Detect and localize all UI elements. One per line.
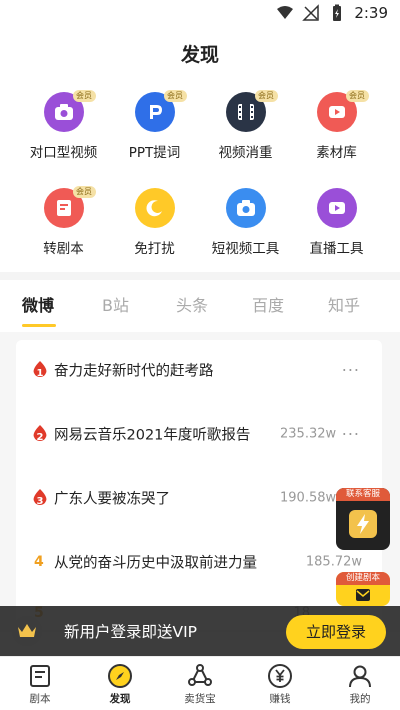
list-item[interactable]: 4 从党的奋斗历史中汲取前进力量 185.72w	[30, 534, 370, 590]
nav-item-discover[interactable]: 发现	[80, 657, 160, 710]
nav-label: 赚钱	[269, 693, 291, 705]
more-icon[interactable]: ···	[342, 361, 360, 380]
banner-text: 新用户登录即送VIP	[64, 623, 198, 641]
tool-video-dedup[interactable]: 会员 视频消重	[200, 84, 291, 180]
contact-service-button[interactable]: 联系客服	[336, 488, 390, 550]
wifi-icon	[277, 6, 294, 19]
list-item[interactable]: 3 广东人要被冻哭了 190.58w ···	[30, 470, 370, 526]
status-time: 2:39	[354, 4, 388, 22]
hot-title: 奋力走好新时代的赶考路	[54, 363, 214, 380]
page-title: 发现	[180, 44, 219, 66]
user-icon	[349, 665, 371, 688]
tool-ppt-prompter[interactable]: 会员 PPT提词	[109, 84, 200, 180]
yuan-icon	[268, 664, 292, 688]
rank-number: 3	[37, 496, 44, 507]
nav-label: 我的	[349, 693, 371, 705]
hot-title: 从党的奋斗历史中汲取前进力量	[54, 555, 257, 572]
nav-label: 卖货宝	[184, 693, 216, 705]
tools-row: 会员 转剧本 免打扰 短视频工具 直播工具	[18, 180, 382, 276]
tool-label: 短视频工具	[211, 241, 280, 257]
vip-badge: 会员	[73, 90, 96, 102]
rank-badge: 2	[33, 425, 47, 443]
hot-title: 广东人要被冻哭了	[54, 491, 170, 508]
tool-label: 直播工具	[309, 241, 364, 257]
tool-lip-sync-video[interactable]: 会员 对口型视频	[18, 84, 109, 180]
service-tag: 联系客服	[336, 488, 390, 501]
tool-label: 视频消重	[218, 145, 273, 161]
vip-badge: 会员	[346, 90, 369, 102]
tool-do-not-disturb[interactable]: 免打扰	[109, 180, 200, 276]
nav-item-earn[interactable]: 赚钱	[240, 657, 320, 710]
status-bar: 2:39	[0, 0, 400, 28]
tool-label: 免打扰	[134, 241, 175, 257]
compass-icon	[108, 664, 132, 688]
rank-number: 2	[37, 432, 44, 443]
bottom-nav: 剧本 发现 卖货宝 赚钱 我的	[0, 656, 400, 710]
tool-label: 对口型视频	[29, 145, 98, 161]
login-banner: 新用户登录即送VIP 立即登录	[0, 606, 400, 656]
nav-label: 剧本	[29, 693, 51, 705]
nav-item-profile[interactable]: 我的	[320, 657, 400, 710]
rank-badge: 3	[33, 489, 47, 507]
hot-list: 1 奋力走好新时代的赶考路 ··· 2 网易云音乐2021年度听歌报告 235.…	[16, 340, 382, 630]
hot-count: 185.72w	[305, 554, 362, 570]
nav-item-sales[interactable]: 卖货宝	[160, 657, 240, 710]
list-item[interactable]: 2 网易云音乐2021年度听歌报告 235.32w ···	[30, 406, 370, 462]
nav-item-script[interactable]: 剧本	[0, 657, 80, 710]
hot-count: 235.32w	[280, 426, 337, 442]
hot-title: 网易云音乐2021年度听歌报告	[54, 427, 251, 444]
active-tab-indicator	[22, 324, 56, 327]
tool-label: 素材库	[316, 145, 357, 161]
tab-bilibili[interactable]: B站	[102, 292, 129, 316]
moon-icon	[134, 188, 175, 228]
tools-grid: 会员 对口型视频 会员 PPT提词 会员 视频消重 会员 素材库 会员 转剧本 …	[18, 84, 382, 276]
tool-live-tools[interactable]: 直播工具	[291, 180, 382, 276]
discover-screen: 2:39 发现 会员 对口型视频 会员 PPT提词 会员 视频消重 会员 素材库…	[0, 0, 400, 710]
crown-icon	[12, 616, 42, 646]
tab-baidu[interactable]: 百度	[252, 292, 284, 316]
create-script-button[interactable]: 创建剧本	[336, 572, 390, 606]
tools-row: 会员 对口型视频 会员 PPT提词 会员 视频消重 会员 素材库	[18, 84, 382, 180]
rank-badge: 1	[33, 361, 47, 379]
vip-badge: 会员	[255, 90, 278, 102]
tool-asset-library[interactable]: 会员 素材库	[291, 84, 382, 180]
tab-zhihu[interactable]: 知乎	[328, 292, 360, 316]
vip-badge: 会员	[164, 90, 187, 102]
tab-toutiao[interactable]: 头条	[176, 292, 208, 316]
nav-label: 发现	[109, 693, 131, 705]
rank-number: 1	[37, 368, 44, 379]
tab-weibo[interactable]: 微博	[22, 292, 54, 316]
script-book-icon	[30, 665, 50, 687]
more-icon[interactable]: ···	[342, 425, 360, 444]
rank-number: 4	[34, 554, 44, 570]
hot-count: 190.58w	[280, 490, 337, 506]
battery-charging-icon	[333, 4, 342, 21]
hot-tabs: 微博 B站 头条 百度 知乎	[0, 288, 400, 332]
camera-icon	[225, 188, 266, 228]
lightning-icon	[349, 510, 377, 538]
login-button[interactable]: 立即登录	[286, 615, 386, 649]
tool-to-script[interactable]: 会员 转剧本	[18, 180, 109, 276]
play-icon	[316, 188, 357, 228]
tool-short-video-tools[interactable]: 短视频工具	[200, 180, 291, 276]
create-tag: 创建剧本	[336, 572, 390, 585]
share-icon	[188, 664, 212, 686]
mail-icon	[356, 589, 370, 601]
vip-badge: 会员	[73, 186, 96, 198]
tool-label: 转剧本	[43, 241, 84, 257]
section-divider	[0, 272, 400, 280]
signal-off-icon	[302, 4, 320, 21]
tool-label: PPT提词	[128, 145, 181, 161]
list-item[interactable]: 1 奋力走好新时代的赶考路 ···	[30, 342, 370, 398]
